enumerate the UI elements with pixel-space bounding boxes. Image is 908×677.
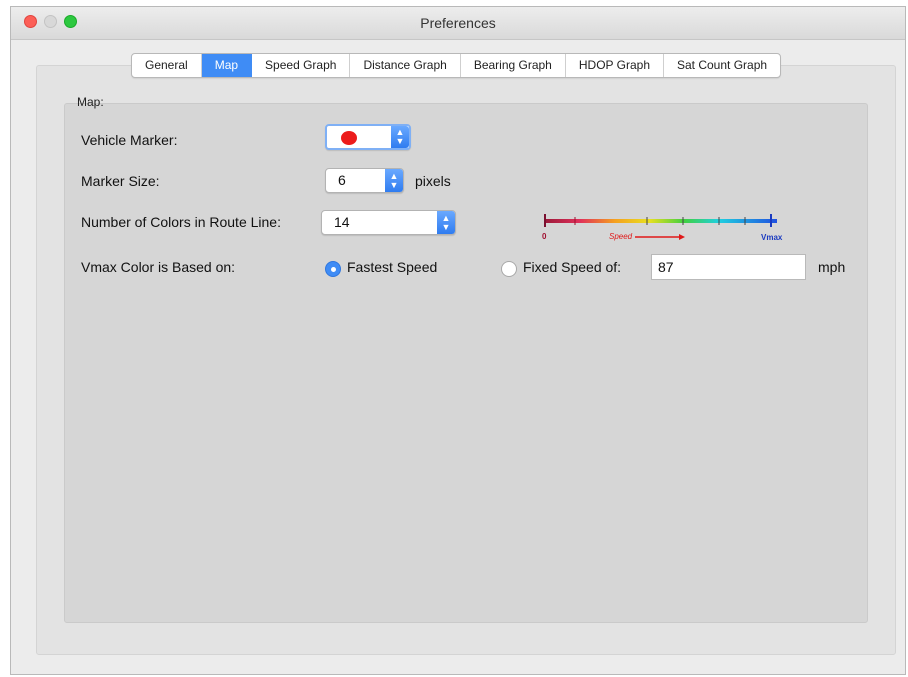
chevron-updown-icon: ▲ ▼ [391,126,409,148]
map-group-label: Map: [77,95,104,109]
vehicle-marker-label: Vehicle Marker: [81,132,178,148]
vmax-label: Vmax Color is Based on: [81,259,236,275]
marker-color-swatch [341,131,357,145]
route-colors-value: 14 [334,214,350,230]
fixed-speed-radio[interactable] [501,261,517,277]
fixed-speed-unit: mph [818,259,846,275]
marker-size-value: 6 [338,172,346,188]
fixed-speed-label[interactable]: Fixed Speed of: [523,259,621,275]
fastest-speed-radio[interactable] [325,261,341,277]
title-bar: Preferences [11,7,905,40]
color-gradient-bar [545,219,777,223]
tab-sat-count-graph[interactable]: Sat Count Graph [664,54,780,77]
map-group-box [64,103,868,623]
marker-size-popup[interactable]: 6 ▲ ▼ [325,168,404,193]
fastest-speed-label[interactable]: Fastest Speed [347,259,437,275]
marker-size-unit: pixels [415,173,451,189]
preferences-window: Preferences General Map Speed Graph Dist… [10,6,906,675]
scale-max-label: Vmax [761,233,783,241]
tab-speed-graph[interactable]: Speed Graph [252,54,351,77]
route-colors-popup[interactable]: 14 ▲ ▼ [321,210,456,235]
tab-general[interactable]: General [132,54,202,77]
tab-hdop-graph[interactable]: HDOP Graph [566,54,664,77]
tab-bearing-graph[interactable]: Bearing Graph [461,54,566,77]
route-colors-label: Number of Colors in Route Line: [81,214,281,230]
tab-distance-graph[interactable]: Distance Graph [350,54,461,77]
speed-color-scale: 0 Speed Vmax [542,214,783,241]
vehicle-marker-popup[interactable]: ▲ ▼ [325,124,411,150]
marker-size-label: Marker Size: [81,173,160,189]
scale-speed-label: Speed [609,232,633,241]
fixed-speed-input[interactable]: 87 [651,254,806,280]
window-title: Preferences [420,15,496,31]
chevron-updown-icon: ▲ ▼ [385,169,403,192]
scale-min-label: 0 [542,232,547,241]
chevron-updown-icon: ▲ ▼ [437,211,455,234]
tab-bar: General Map Speed Graph Distance Graph B… [131,53,782,78]
tab-map[interactable]: Map [201,54,253,77]
